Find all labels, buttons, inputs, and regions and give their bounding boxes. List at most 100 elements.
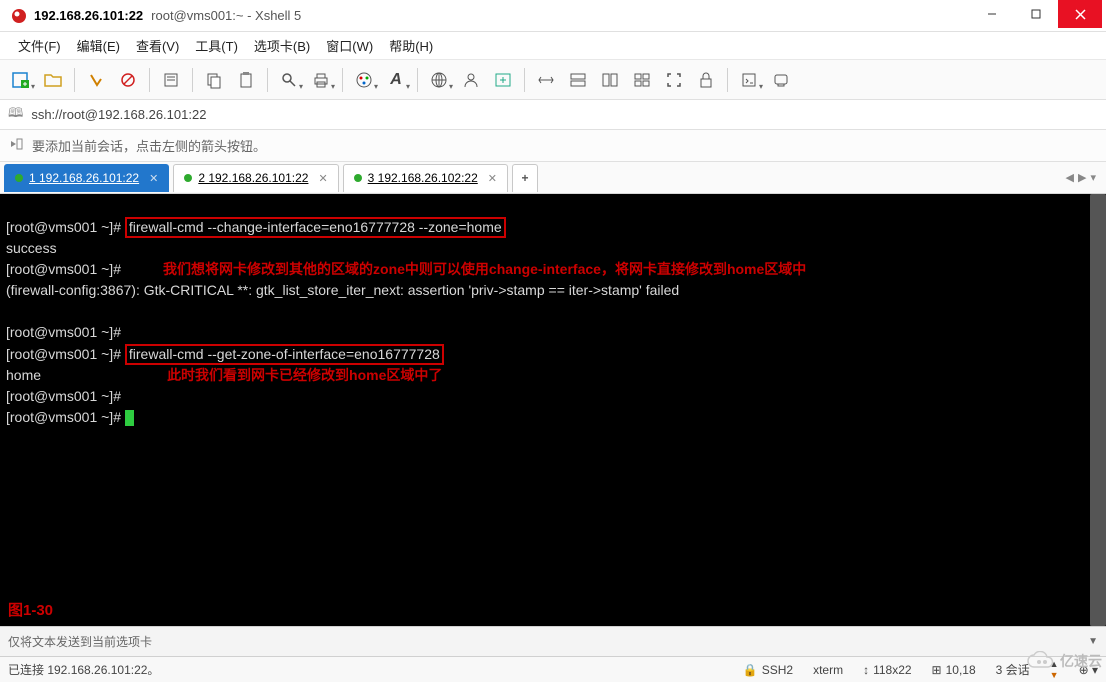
tab-label: 1 192.168.26.101:22: [29, 171, 139, 185]
menu-view[interactable]: 查看(V): [130, 34, 185, 57]
hint-text: 要添加当前会话，点击左侧的箭头按钮。: [32, 136, 266, 155]
font-button[interactable]: A▾: [383, 67, 409, 93]
cloud-icon: [1026, 651, 1056, 671]
window-title: 192.168.26.101:22: [34, 8, 143, 23]
compose-bar: 仅将文本发送到当前选项卡 ▼: [0, 626, 1106, 656]
menu-tools[interactable]: 工具(T): [189, 34, 244, 57]
menubar: 文件(F) 编辑(E) 查看(V) 工具(T) 选项卡(B) 窗口(W) 帮助(…: [0, 32, 1106, 60]
new-session-button[interactable]: ▾: [8, 67, 34, 93]
status-connection: 已连接 192.168.26.101:22。: [8, 661, 723, 678]
output-line: (firewall-config:3867): Gtk-CRITICAL **:…: [6, 282, 679, 298]
profile-button[interactable]: [458, 67, 484, 93]
bookmark-icon[interactable]: 🕮: [8, 104, 23, 126]
compose-button[interactable]: [768, 67, 794, 93]
toolbar-separator: [727, 68, 728, 92]
menu-tabs[interactable]: 选项卡(B): [248, 34, 316, 57]
tab-nav-arrows: ◀ ▶ ▾: [1066, 171, 1102, 184]
session-tab-3[interactable]: 3 192.168.26.102:22 ✕: [343, 164, 508, 192]
window-subtitle: root@vms001:~ - Xshell 5: [151, 8, 970, 23]
address-bar: 🕮 ssh://root@192.168.26.101:22: [0, 100, 1106, 130]
paste-button[interactable]: [233, 67, 259, 93]
toolbar-separator: [342, 68, 343, 92]
annotation-text: 此时我们看到网卡已经修改到home区域中了: [167, 367, 442, 383]
app-icon: [10, 7, 28, 25]
menu-help[interactable]: 帮助(H): [383, 34, 439, 57]
cursor: [125, 410, 134, 426]
terminal[interactable]: [root@vms001 ~]# firewall-cmd --change-i…: [0, 194, 1106, 626]
tab-label: 3 192.168.26.102:22: [368, 171, 478, 185]
new-filetransfer-button[interactable]: [490, 67, 516, 93]
properties-button[interactable]: [158, 67, 184, 93]
print-button[interactable]: ▾: [308, 67, 334, 93]
tile-grid-button[interactable]: [629, 67, 655, 93]
session-tab-2[interactable]: 2 192.168.26.101:22 ✕: [173, 164, 338, 192]
add-session-icon[interactable]: [8, 136, 24, 155]
status-size: ↕ 118x22: [863, 663, 911, 677]
tab-close-icon[interactable]: ✕: [318, 172, 327, 185]
menu-file[interactable]: 文件(F): [12, 34, 67, 57]
lock-button[interactable]: [693, 67, 719, 93]
command-highlighted: firewall-cmd --get-zone-of-interface=eno…: [125, 344, 444, 365]
tab-close-icon[interactable]: ✕: [488, 172, 497, 185]
encoding-button[interactable]: ▾: [426, 67, 452, 93]
fullscreen-button[interactable]: [661, 67, 687, 93]
color-scheme-button[interactable]: ▾: [351, 67, 377, 93]
watermark: 亿速云: [1026, 651, 1102, 671]
disconnect-button[interactable]: [115, 67, 141, 93]
toolbar-separator: [524, 68, 525, 92]
scrollbar-thumb[interactable]: [1090, 194, 1106, 626]
menu-edit[interactable]: 编辑(E): [71, 34, 126, 57]
session-tab-1[interactable]: 1 192.168.26.101:22 ✕: [4, 164, 169, 192]
prompt: [root@vms001 ~]#: [6, 219, 125, 235]
tile-vertical-button[interactable]: [597, 67, 623, 93]
status-dot-icon: [184, 174, 192, 182]
script-button[interactable]: ▾: [736, 67, 762, 93]
find-button[interactable]: ▾: [276, 67, 302, 93]
status-term-type: xterm: [813, 663, 843, 677]
lock-icon: 🔒: [743, 663, 758, 677]
tab-next-icon[interactable]: ▶: [1078, 171, 1086, 184]
add-tab-button[interactable]: +: [512, 164, 538, 192]
toolbar-separator: [74, 68, 75, 92]
close-button[interactable]: [1058, 0, 1102, 28]
statusbar: 已连接 192.168.26.101:22。 🔒SSH2 xterm ↕ 118…: [0, 656, 1106, 682]
address-url[interactable]: ssh://root@192.168.26.101:22: [31, 107, 206, 122]
tab-prev-icon[interactable]: ◀: [1066, 171, 1074, 184]
annotation-text: 我们想将网卡修改到其他的区域的zone中则可以使用change-interfac…: [163, 261, 806, 277]
tab-close-icon[interactable]: ✕: [149, 172, 158, 185]
session-tabbar: 1 192.168.26.101:22 ✕ 2 192.168.26.101:2…: [0, 162, 1106, 194]
compose-input[interactable]: 仅将文本发送到当前选项卡: [8, 633, 1080, 650]
prompt: [root@vms001 ~]#: [6, 261, 121, 277]
output-line: success: [6, 240, 57, 256]
horizontal-scroll-button[interactable]: [533, 67, 559, 93]
figure-label: 图1-30: [8, 601, 53, 620]
status-cursor-pos: ⊞ 10,18: [932, 663, 976, 677]
hint-bar: 要添加当前会话，点击左侧的箭头按钮。: [0, 130, 1106, 162]
status-protocol: 🔒SSH2: [743, 663, 793, 677]
tile-horizontal-button[interactable]: [565, 67, 591, 93]
grid-icon: ⊞: [932, 663, 942, 677]
open-button[interactable]: [40, 67, 66, 93]
output-line: home: [6, 367, 41, 383]
prompt: [root@vms001 ~]#: [6, 324, 121, 340]
tab-label: 2 192.168.26.101:22: [198, 171, 308, 185]
status-dot-icon: [354, 174, 362, 182]
prompt: [root@vms001 ~]#: [6, 409, 125, 425]
toolbar-separator: [192, 68, 193, 92]
toolbar-separator: [267, 68, 268, 92]
minimize-button[interactable]: [970, 0, 1014, 28]
watermark-text: 亿速云: [1060, 651, 1102, 671]
menu-window[interactable]: 窗口(W): [320, 34, 379, 57]
compose-dropdown-icon[interactable]: ▼: [1088, 636, 1098, 647]
toolbar-separator: [417, 68, 418, 92]
reconnect-button[interactable]: [83, 67, 109, 93]
status-sessions: 3 会话: [996, 661, 1030, 678]
maximize-button[interactable]: [1014, 0, 1058, 28]
copy-button[interactable]: [201, 67, 227, 93]
window-controls: [970, 0, 1102, 31]
terminal-scrollbar[interactable]: [1090, 194, 1106, 626]
status-dot-icon: [15, 174, 23, 182]
tab-menu-icon[interactable]: ▾: [1090, 171, 1096, 184]
toolbar: ▾ ▾ ▾ ▾ A▾ ▾ ▾: [0, 60, 1106, 100]
toolbar-separator: [149, 68, 150, 92]
